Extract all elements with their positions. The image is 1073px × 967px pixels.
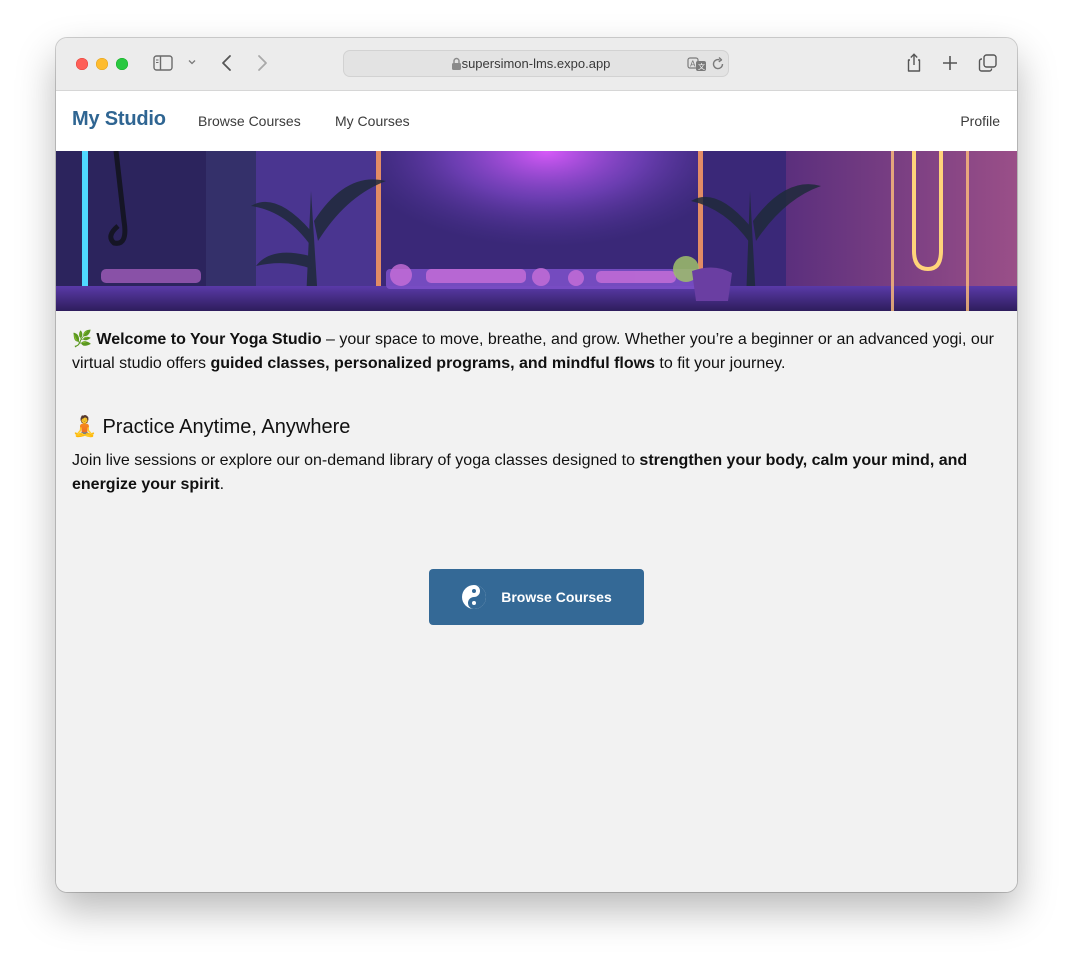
practice-text-1: Join live sessions or explore our on-dem…: [72, 452, 640, 469]
share-icon[interactable]: [904, 52, 924, 74]
translate-icon[interactable]: A文: [687, 56, 707, 77]
yoga-studio-illustration: [56, 151, 1017, 311]
reload-icon[interactable]: [710, 56, 726, 77]
zoom-window-button[interactable]: [116, 58, 128, 70]
browse-courses-button[interactable]: Browse Courses: [429, 569, 644, 625]
yin-yang-icon: [462, 585, 487, 609]
minimize-window-button[interactable]: [96, 58, 108, 70]
top-navigation: My Studio Browse Courses My Courses Prof…: [56, 91, 1017, 151]
page-content: 🌿 Welcome to Your Yoga Studio – your spa…: [72, 311, 1001, 497]
brand-logo-text[interactable]: My Studio: [72, 108, 166, 131]
browser-window: supersimon-lms.expo.app A文 My Studio Bro…: [56, 38, 1017, 892]
welcome-features: guided classes, personalized programs, a…: [210, 355, 655, 372]
svg-text:A: A: [690, 60, 696, 69]
browse-courses-button-label: Browse Courses: [501, 589, 612, 605]
url-text: supersimon-lms.expo.app: [461, 56, 611, 71]
new-tab-icon[interactable]: [940, 52, 960, 74]
leaf-icon: 🌿: [72, 331, 92, 348]
sidebar-toggle-icon[interactable]: [152, 52, 174, 74]
close-window-button[interactable]: [76, 58, 88, 70]
welcome-text-2: to fit your journey.: [654, 355, 786, 372]
nav-my-courses[interactable]: My Courses: [335, 113, 410, 129]
web-page: My Studio Browse Courses My Courses Prof…: [56, 91, 1017, 892]
practice-paragraph: Join live sessions or explore our on-dem…: [72, 449, 1001, 497]
nav-browse-courses[interactable]: Browse Courses: [198, 113, 301, 129]
address-bar[interactable]: supersimon-lms.expo.app A文: [343, 50, 729, 77]
forward-icon[interactable]: [252, 52, 272, 74]
chevron-down-icon[interactable]: [186, 56, 198, 68]
hero-banner-image: [56, 151, 1017, 311]
browser-toolbar: supersimon-lms.expo.app A文: [56, 38, 1017, 91]
back-icon[interactable]: [217, 52, 237, 74]
practice-text-2: .: [219, 476, 225, 493]
welcome-title: Welcome to Your Yoga Studio: [96, 331, 322, 348]
tab-overview-icon[interactable]: [977, 52, 999, 74]
nav-profile[interactable]: Profile: [960, 113, 1000, 129]
welcome-paragraph: 🌿 Welcome to Your Yoga Studio – your spa…: [72, 328, 1001, 376]
practice-heading: 🧘 Practice Anytime, Anywhere: [72, 414, 1001, 439]
practice-heading-text: Practice Anytime, Anywhere: [102, 416, 351, 438]
meditation-icon: 🧘: [72, 416, 97, 438]
svg-text:文: 文: [698, 62, 705, 71]
